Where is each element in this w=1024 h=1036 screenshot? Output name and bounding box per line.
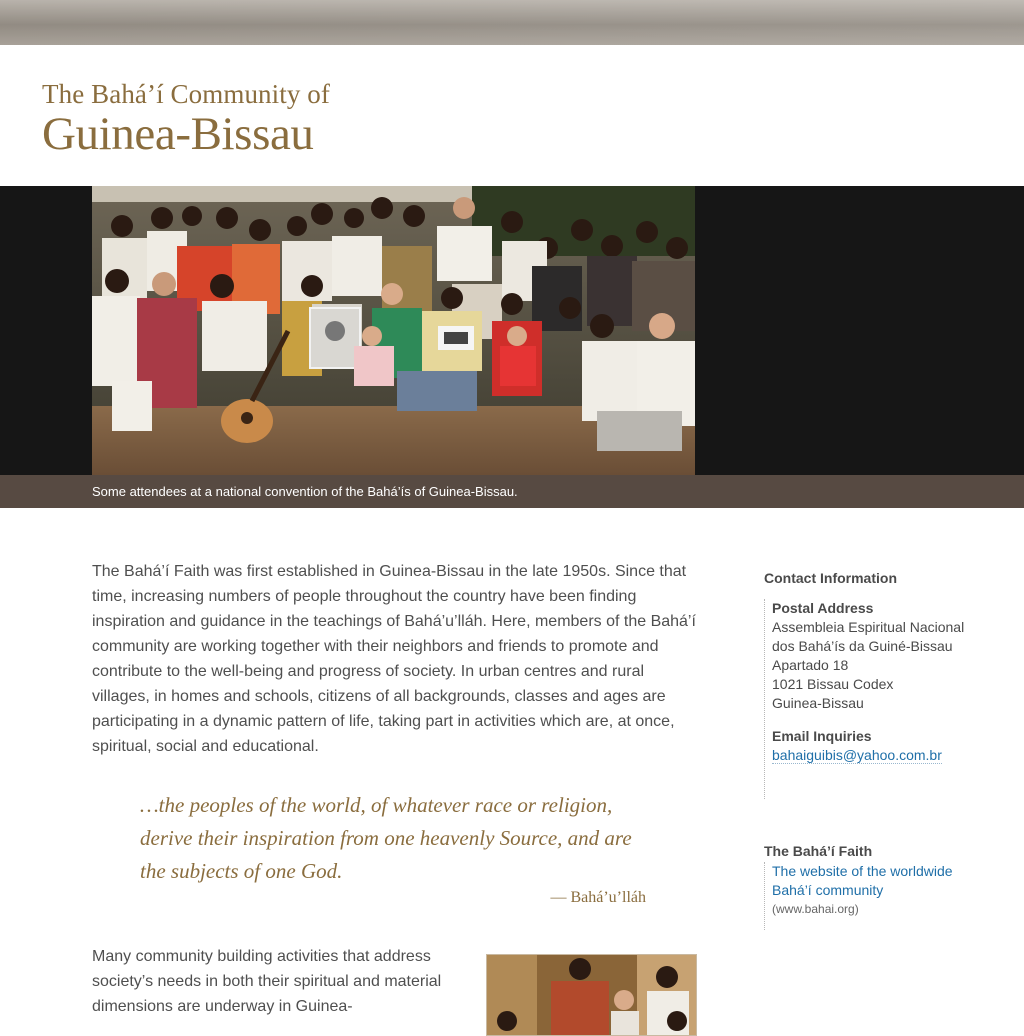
contact-heading: Contact Information	[764, 570, 897, 586]
email-inquiries-heading: Email Inquiries	[772, 728, 872, 744]
address-line: Guinea-Bissau	[772, 695, 864, 711]
address-line: dos Bahá’ís da Guiné-Bissau	[772, 638, 953, 654]
bahai-org-url: (www.bahai.org)	[772, 902, 859, 916]
photo-caption: Some attendees at a national convention …	[92, 484, 518, 499]
address-line: Apartado 18	[772, 657, 849, 673]
quote-attribution: — Bahá’u’lláh	[550, 889, 646, 906]
site-title-line2: Guinea-Bissau	[42, 108, 314, 160]
hero-banner	[0, 186, 1024, 475]
quote-text: …the peoples of the world, of whatever r…	[140, 793, 632, 883]
bahai-org-link-line2: Bahá’í community	[772, 882, 884, 898]
top-banner-bar	[0, 0, 1024, 45]
site-title[interactable]: The Bahá’í Community of Guinea-Bissau	[42, 78, 330, 159]
bahai-faith-heading: The Bahá’í Faith	[764, 843, 873, 859]
bahai-org-link[interactable]: The website of the worldwide Bahá’í comm…	[772, 863, 953, 898]
address-line: Assembleia Espiritual Nacional	[772, 619, 965, 635]
convention-group-photo	[92, 186, 695, 475]
address-line: 1021 Bissau Codex	[772, 676, 894, 692]
site-title-line1: The Bahá’í Community of	[42, 79, 331, 109]
bahai-org-link-line1: The website of the worldwide	[772, 863, 953, 879]
email-link[interactable]: bahaiguibis@yahoo.com.br	[772, 747, 942, 764]
contact-block: Postal Address Assembleia Espiritual Nac…	[764, 599, 1002, 799]
photo-caption-bar: Some attendees at a national convention …	[0, 475, 1024, 508]
postal-address-heading: Postal Address	[772, 600, 874, 616]
bahai-faith-block: The website of the worldwide Bahá’í comm…	[764, 862, 1002, 930]
community-paragraph: Many community building activities that …	[92, 948, 442, 1015]
intro-paragraph: The Bahá’í Faith was first established i…	[92, 563, 696, 755]
